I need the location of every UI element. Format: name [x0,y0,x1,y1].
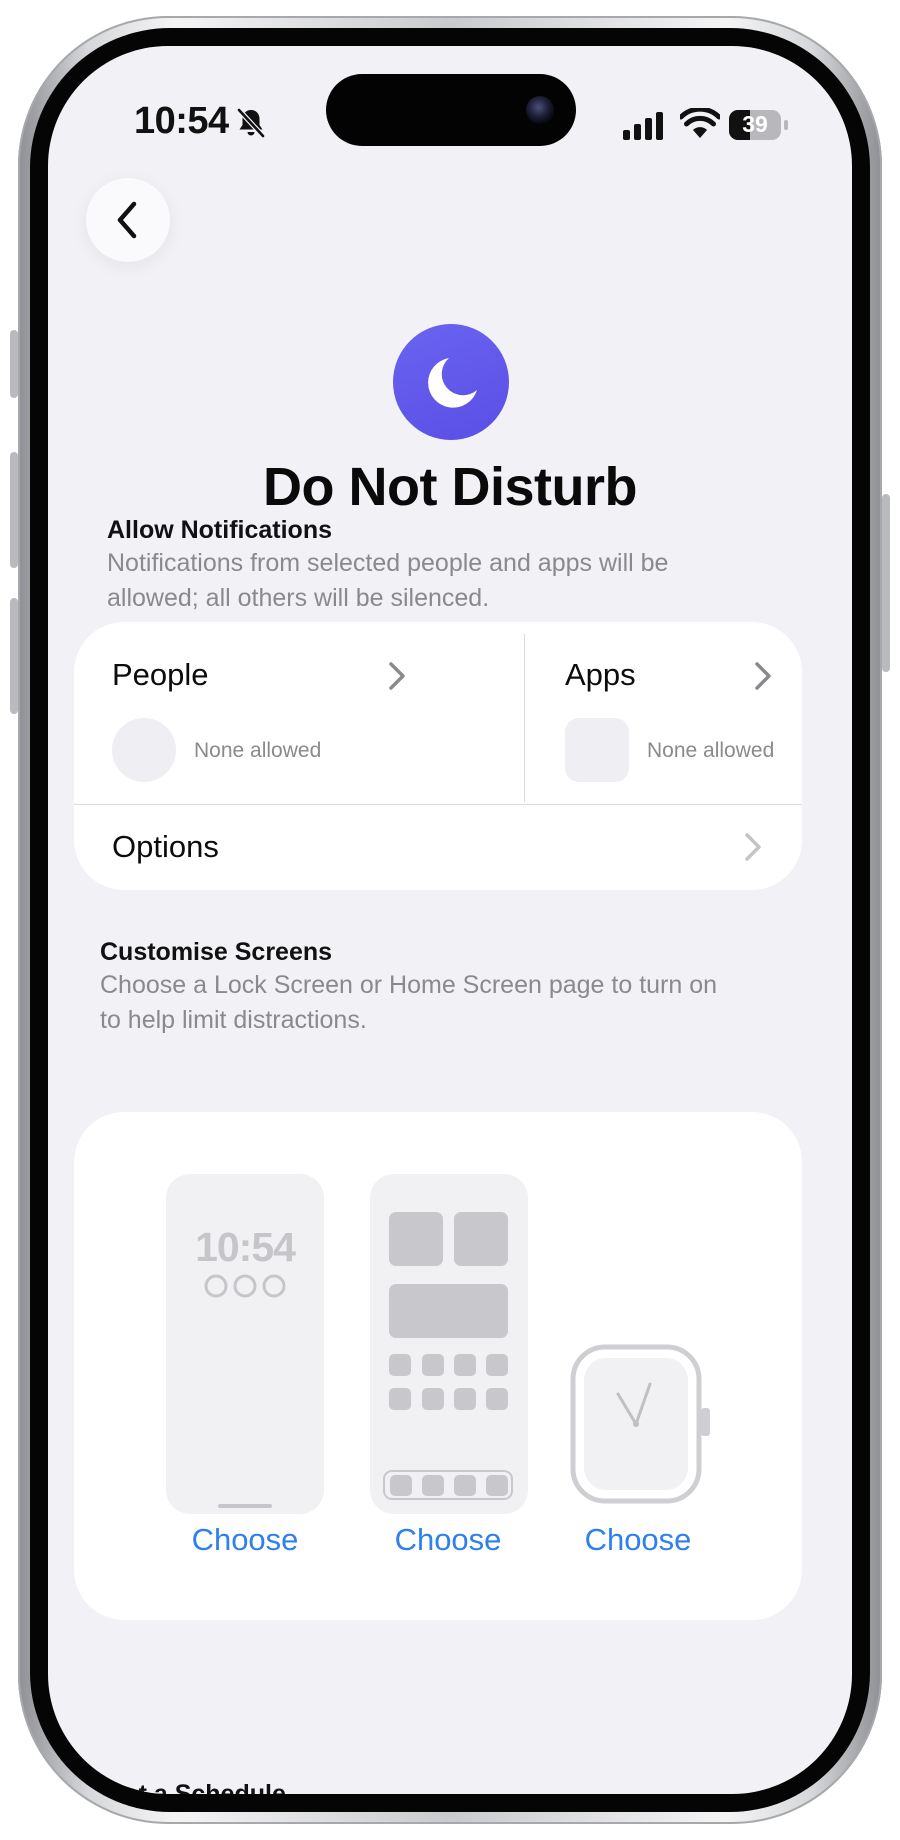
widget-circles-icon [204,1274,286,1298]
dock-preview [383,1470,513,1500]
customise-screens-heading: Customise Screens [100,938,333,966]
options-label: Options [112,829,219,864]
home-screen-preview[interactable] [370,1174,528,1514]
apps-label: Apps [565,657,636,692]
people-cell[interactable]: People None allowed [74,622,524,804]
choose-lock-screen-button[interactable]: Choose [155,1522,335,1558]
chevron-left-icon [117,201,137,239]
battery-icon: 39 [728,108,790,142]
app-tile [454,1354,476,1376]
allow-notifications-heading: Allow Notifications [107,516,332,544]
people-status: None allowed [194,739,322,762]
app-tile [454,1388,476,1410]
customise-screens-card: 10:54 Choose Choose Choose [74,1112,802,1620]
dynamic-island [326,74,576,146]
dock-app-tile [454,1475,476,1496]
allow-notifications-description: Notifications from selected people and a… [107,549,669,612]
home-indicator [218,1504,272,1508]
dock-app-tile [486,1475,508,1496]
wifi-icon [680,108,720,138]
status-time: 10:54 [134,100,229,142]
moon-icon [428,358,477,408]
choose-home-screen-button[interactable]: Choose [358,1522,538,1558]
app-tile [422,1388,444,1410]
app-tile [389,1212,443,1266]
apps-status: None allowed [647,739,775,762]
dock-app-tile [390,1475,412,1496]
front-camera [526,96,554,124]
lock-screen-time: 10:54 [195,1224,296,1270]
focus-mode-icon [393,324,509,440]
bell-slash-icon [237,108,265,138]
allow-notifications-card: People None allowed Apps None allowed Op… [74,622,802,890]
app-tile [454,1212,508,1266]
app-tile [422,1354,444,1376]
choose-watch-face-button[interactable]: Choose [548,1522,728,1558]
widget-tile [389,1284,508,1338]
screen: 10:54 39 Do Not Disturb Allow Notificati… [48,46,852,1794]
side-button [882,494,890,672]
back-button[interactable] [86,178,170,262]
volume-down-button [10,598,18,714]
set-schedule-heading: Set a Schedule [108,1780,286,1794]
app-tile [486,1388,508,1410]
app-tile [486,1354,508,1376]
options-row[interactable]: Options [74,805,802,890]
people-label: People [112,657,209,692]
lock-screen-preview[interactable]: 10:54 [166,1174,324,1514]
dock-app-tile [422,1475,444,1496]
app-icon-placeholder [565,718,629,782]
apps-cell[interactable]: Apps None allowed [525,622,802,804]
volume-up-button [10,452,18,568]
people-avatar-placeholder [112,718,176,782]
action-button [10,330,18,398]
customise-screens-description: Choose a Lock Screen or Home Screen page… [100,971,718,1034]
cellular-signal-icon [623,112,663,140]
app-tile [389,1354,411,1376]
chevron-right-icon [745,833,761,861]
app-tile [389,1388,411,1410]
status-bar: 10:54 39 [48,46,852,196]
watch-face-preview[interactable] [570,1344,712,1506]
battery-level: 39 [742,111,768,137]
chevron-right-icon [755,662,771,690]
page-title: Do Not Disturb [263,457,637,517]
chevron-right-icon [389,662,405,690]
